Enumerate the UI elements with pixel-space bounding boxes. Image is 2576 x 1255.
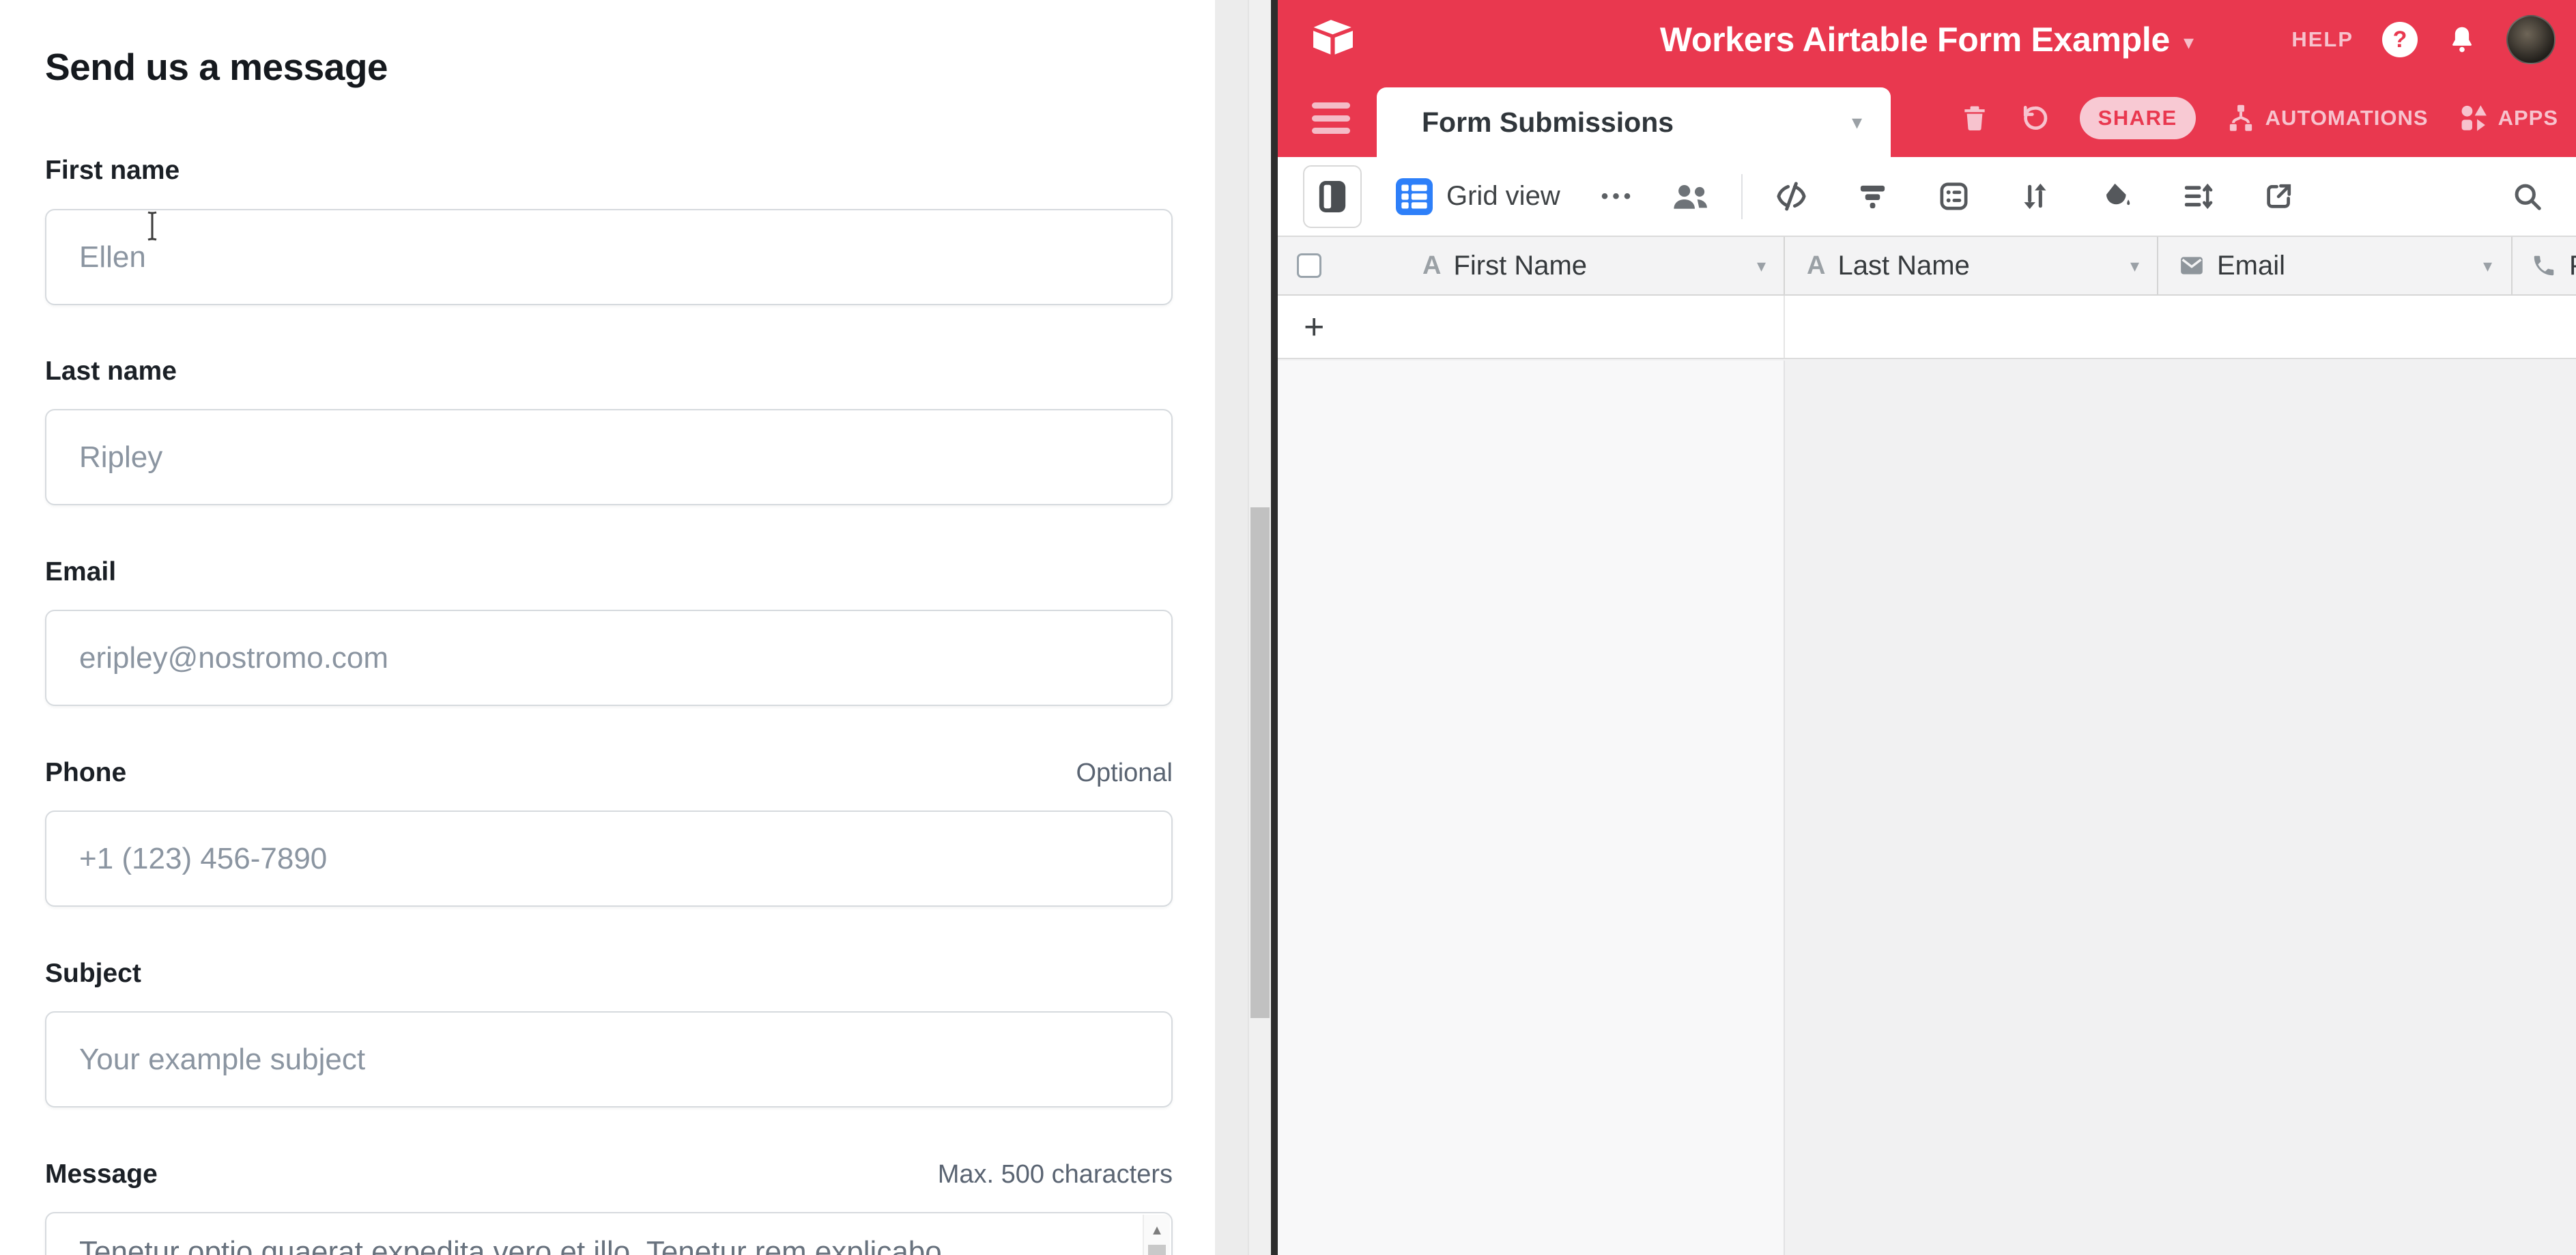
collaborators-icon[interactable] [1672,182,1710,212]
phone-label: Phone [45,758,126,788]
row-height-icon[interactable] [2181,180,2214,212]
apps-shapes-icon [2459,103,2489,133]
airtable-pane: Workers Airtable Form Example ▾ HELP ? F… [1278,0,2576,1255]
apps-label: APPS [2498,106,2558,130]
share-button[interactable]: SHARE [2080,97,2196,139]
last-name-label: Last name [45,356,177,386]
toolbar-divider [1741,174,1743,219]
hide-fields-icon[interactable] [1775,180,1807,212]
scroll-up-arrow-icon[interactable]: ▲ [1144,1223,1170,1239]
subject-input[interactable] [45,1011,1173,1108]
column-header-last-name[interactable]: A Last Name ▾ [1807,237,2157,294]
column-divider[interactable] [2157,237,2158,294]
page-scrollbar-gutter[interactable] [1215,0,1271,1255]
phone-field-type-icon [2531,253,2557,279]
filter-icon[interactable] [1857,180,1889,212]
table-body-empty [1278,361,2576,1255]
panel-toggle-icon [1317,178,1348,215]
add-row-plus-icon[interactable]: + [1304,296,1324,358]
column-header-phone[interactable]: Phone [2531,237,2576,294]
last-name-input[interactable] [45,409,1173,505]
form-heading: Send us a message [45,45,388,89]
phone-input[interactable] [45,810,1173,907]
automations-label: AUTOMATIONS [2265,106,2429,130]
email-label: Email [45,557,116,587]
airtable-tabbar: Form Submissions ▾ SHARE [1278,79,2576,157]
topbar-right-cluster: HELP ? [2291,0,2556,79]
message-scrollbar[interactable]: ▲ [1143,1215,1170,1255]
user-avatar[interactable] [2506,15,2556,64]
toolbar-icons [1775,180,2295,212]
base-title[interactable]: Workers Airtable Form Example [1660,20,2170,59]
view-toolbar: Grid view ••• [1278,157,2576,236]
message-textarea[interactable]: Tenetur optio quaerat expedita vero et i… [45,1212,1173,1255]
message-text: Tenetur optio quaerat expedita vero et i… [79,1232,1110,1255]
add-row-strip[interactable]: + [1278,296,2576,359]
subject-label-row: Subject [45,959,1173,993]
first-name-label-row: First name [45,156,1173,190]
screen: Send us a message First name Last name E… [0,0,2576,1255]
apps-button[interactable]: APPS [2459,103,2558,133]
view-more-options-icon[interactable]: ••• [1601,185,1635,208]
select-all-checkbox[interactable] [1297,253,1321,278]
group-icon[interactable] [1938,180,1970,212]
color-icon[interactable] [2100,180,2132,212]
automations-flowchart-icon [2226,103,2256,133]
trash-icon[interactable] [1960,103,1990,133]
column-divider[interactable] [2511,237,2513,294]
column-caret-icon[interactable]: ▾ [2483,255,2492,277]
message-label-row: Message Max. 500 characters [45,1159,1173,1194]
column-divider [1784,361,1785,1255]
page-scrollbar-thumb[interactable] [1250,507,1270,1018]
history-icon[interactable] [2020,103,2050,133]
message-label: Message [45,1159,158,1189]
view-name: Grid view [1446,181,1560,212]
message-maxchars-hint: Max. 500 characters [938,1160,1173,1189]
subject-label: Subject [45,959,141,989]
text-cursor-icon [143,210,161,242]
last-name-label-row: Last name [45,356,1173,391]
email-field-type-icon [2179,253,2205,279]
text-field-type-icon: A [1422,251,1441,281]
table-caret-icon[interactable]: ▾ [1852,87,1862,157]
share-label: SHARE [2098,106,2177,130]
email-label-row: Email [45,557,1173,591]
text-field-type-icon: A [1807,251,1825,281]
automations-button[interactable]: AUTOMATIONS [2226,103,2429,133]
airtable-topbar: Workers Airtable Form Example ▾ HELP ? [1278,0,2576,79]
help-question-icon[interactable]: ? [2382,22,2418,57]
column-divider [1784,296,1785,358]
tab-form-submissions[interactable]: Form Submissions ▾ [1377,87,1891,157]
column-divider[interactable] [1784,237,1785,294]
base-title-caret-icon[interactable]: ▾ [2184,25,2194,55]
column-caret-icon[interactable]: ▾ [2130,255,2139,277]
pane-divider[interactable] [1271,0,1278,1255]
email-input[interactable] [45,610,1173,706]
sort-icon[interactable] [2019,180,2051,212]
help-button[interactable]: HELP [2291,27,2353,52]
phone-label-row: Phone Optional [45,758,1173,792]
tabbar-right-cluster: SHARE AU [1960,79,2558,157]
column-header-email[interactable]: Email ▾ [2179,237,2510,294]
view-sidebar-toggle-button[interactable] [1303,165,1362,228]
notifications-bell-icon[interactable] [2446,23,2478,57]
first-name-label: First name [45,156,180,186]
grid-view-icon [1396,178,1433,215]
table-header-row: A First Name ▾ A Last Name ▾ Email ▾ [1278,236,2576,296]
grid-view-switcher[interactable]: Grid view [1396,178,1560,215]
share-view-icon[interactable] [2263,180,2295,212]
message-scroll-thumb[interactable] [1148,1245,1166,1255]
first-name-input[interactable] [45,209,1173,305]
contact-form-pane: Send us a message First name Last name E… [0,0,1215,1255]
table-list-menu-icon[interactable] [1312,102,1350,134]
active-table-name: Form Submissions [1422,87,1674,157]
search-icon[interactable] [2512,181,2543,212]
table-body-first-column-area [1278,361,1784,1255]
column-caret-icon[interactable]: ▾ [1757,255,1766,277]
phone-optional-hint: Optional [1076,759,1173,788]
column-header-first-name[interactable]: A First Name ▾ [1422,237,1784,294]
